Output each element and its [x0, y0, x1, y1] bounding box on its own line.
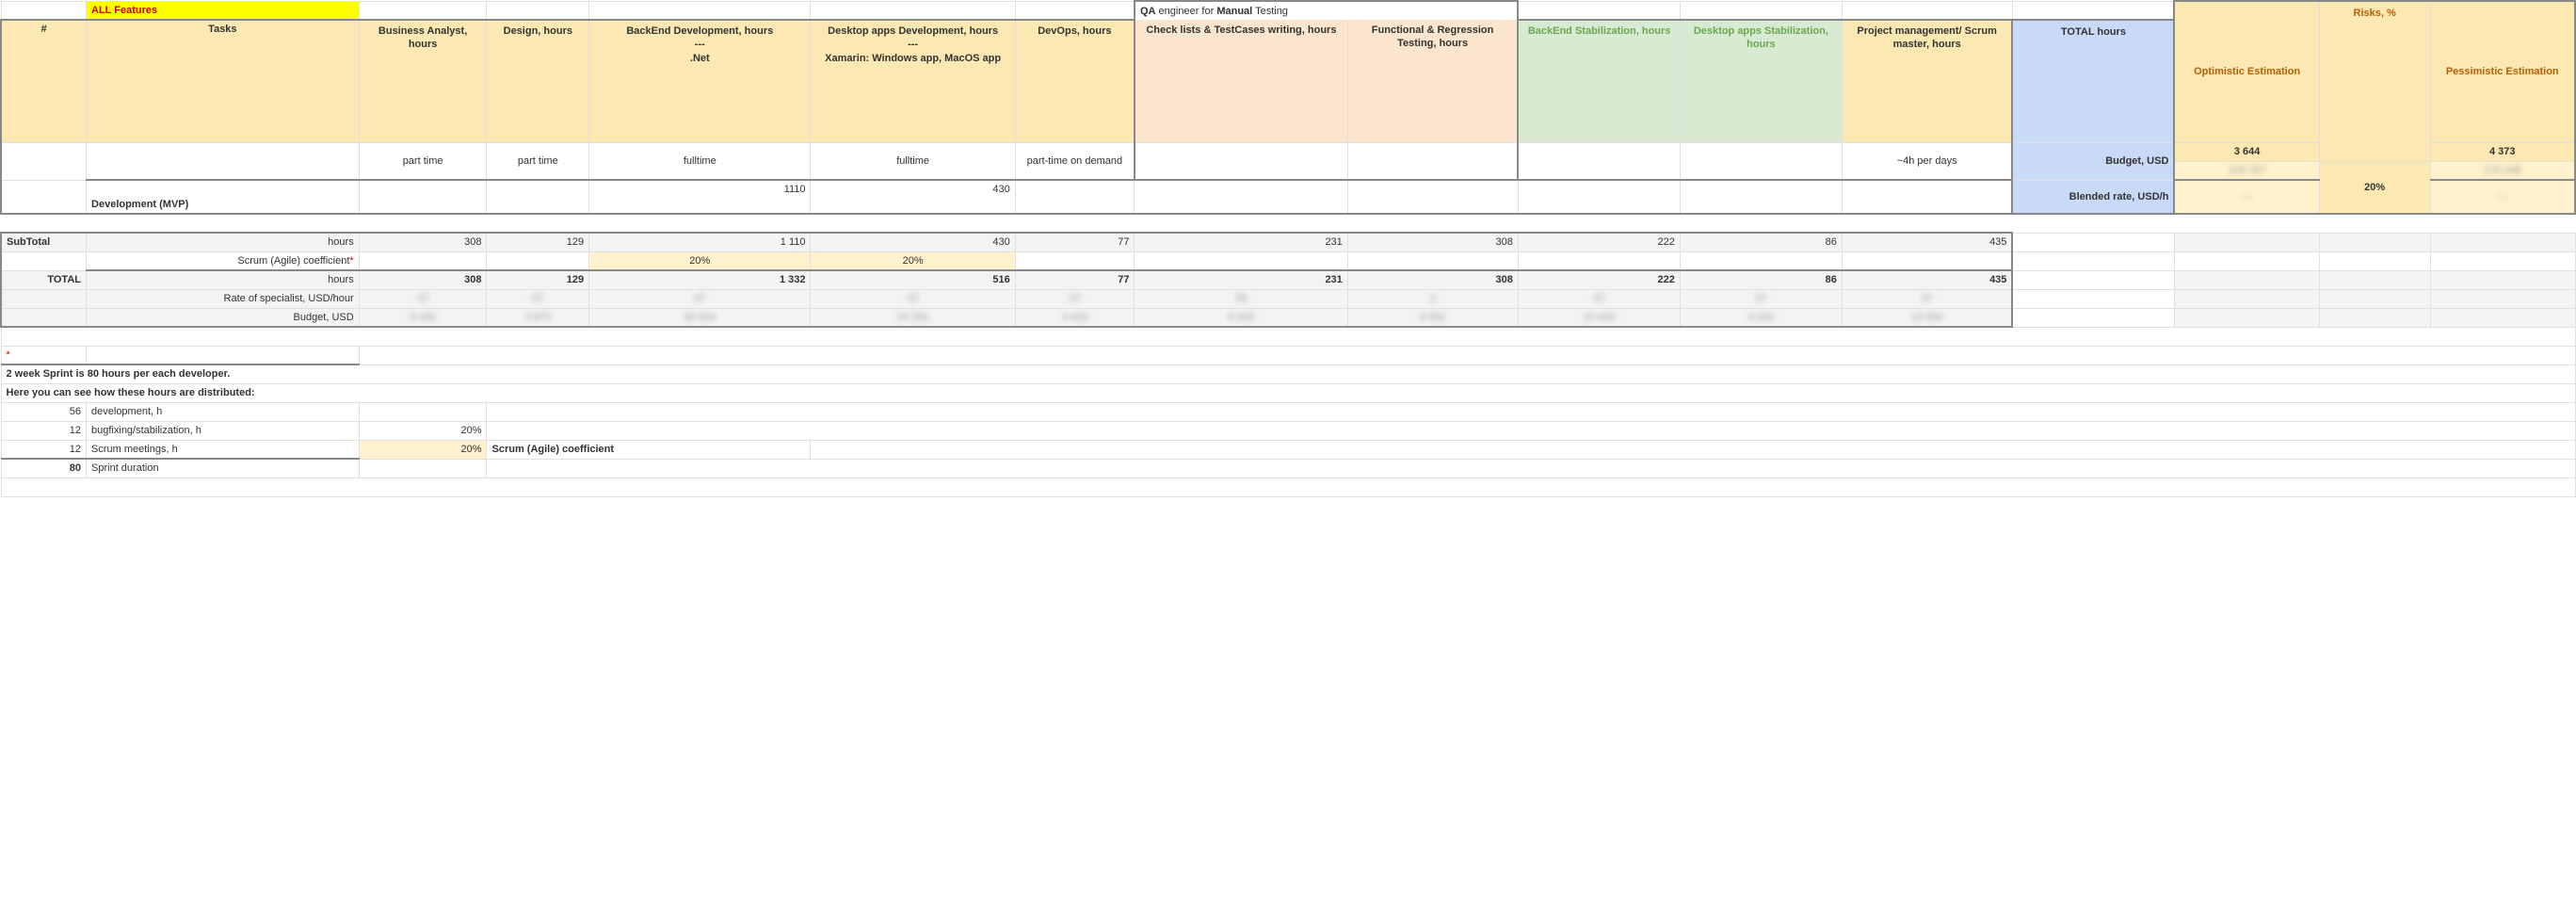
note-dev-row: 56 development, h [1, 402, 2575, 421]
col-design-header: Design, hours [487, 20, 589, 142]
subtotal-bstab: 222 [1518, 233, 1680, 251]
budget-specialist-row: Budget, USD 9 2403 870 62 60424 252 3 61… [1, 308, 2575, 327]
col-bstab-header: BackEnd Stabilization, hours [1518, 20, 1680, 142]
total-pm: 435 [1842, 270, 2012, 289]
blended-rate-label: Blended rate, USD/h [2012, 180, 2174, 214]
mode-design: part time [487, 142, 589, 180]
subtotal-unit: hours [87, 233, 360, 251]
scrum-backend-pct: 20% [589, 251, 811, 270]
total-bstab: 222 [1518, 270, 1680, 289]
total-row: TOTAL hours 308 129 1 332 516 77 231 308… [1, 270, 2575, 289]
note-line1: 2 week Sprint is 80 hours per each devel… [1, 365, 2575, 383]
col-desktop-header: Desktop apps Development, hours --- Xama… [811, 20, 1015, 142]
subtotal-row: SubTotal hours 308 129 1 110 430 77 231 … [1, 233, 2575, 251]
mode-ba: part time [359, 142, 487, 180]
scrum-desktop-pct: 20% [811, 251, 1015, 270]
risks-header: Risks, % [2319, 1, 2430, 161]
total-func: 308 [1347, 270, 1518, 289]
pess-budget-blurred: 170 248 [2484, 165, 2521, 176]
budget-usd-label: Budget, USD [2012, 142, 2174, 180]
estimation-spreadsheet: ALL Features QA engineer for Manual Test… [0, 0, 2576, 497]
subtotal-func: 308 [1347, 233, 1518, 251]
development-mvp-row: Development (MVP) 1110 430 Blended rate,… [1, 180, 2575, 214]
col-backend-header: BackEnd Development, hours --- .Net [589, 20, 811, 142]
total-unit: hours [87, 270, 360, 289]
mode-pm: ~4h per days [1842, 142, 2012, 180]
opt-sum-value: 3 644 [2174, 142, 2319, 161]
scrum-coef-row: Scrum (Agile) coefficient* 20% 20% [1, 251, 2575, 270]
subtotal-check: 231 [1135, 233, 1347, 251]
col-func-header: Functional & Regression Testing, hours [1347, 20, 1518, 142]
col-dstab-header: Desktop apps Stabilization, hours [1680, 20, 1842, 142]
subtotal-desktop: 430 [811, 233, 1015, 251]
rate-specialist-row: Rate of specialist, USD/hour 474747 4747… [1, 289, 2575, 308]
total-check: 231 [1135, 270, 1347, 289]
note-scrum-row: 12 Scrum meetings, h 20% Scrum (Agile) c… [1, 440, 2575, 459]
opt-est-header: Optimistic Estimation [2174, 1, 2319, 142]
asterisk-row: * [1, 346, 2575, 365]
summary-values-row: part time part time fulltime fulltime pa… [1, 142, 2575, 161]
rate-pess-blur: — [2497, 191, 2507, 203]
note-bugfix-row: 12 bugfixing/stabilization, h 20% [1, 421, 2575, 440]
rate-label: Rate of specialist, USD/hour [87, 289, 360, 308]
mode-desktop: fulltime [811, 142, 1015, 180]
total-label: TOTAL [1, 270, 87, 289]
col-num-header: # [1, 20, 87, 142]
subtotal-design: 129 [487, 233, 589, 251]
subtotal-ba: 308 [359, 233, 487, 251]
subtotal-dstab: 86 [1680, 233, 1842, 251]
dev-mvp-label: Development (MVP) [87, 180, 360, 214]
col-ba-header: Business Analyst, hours [359, 20, 487, 142]
total-devops: 77 [1015, 270, 1135, 289]
qa-engineer-cell: QA engineer for Manual Testing [1135, 1, 1518, 20]
all-features-cell: ALL Features [87, 1, 360, 20]
note-line2: Here you can see how these hours are dis… [1, 383, 2575, 402]
total-desktop: 516 [811, 270, 1015, 289]
budget-label: Budget, USD [87, 308, 360, 327]
note-duration-row: 80 Sprint duration [1, 459, 2575, 478]
rate-opt-blur: — [2242, 191, 2252, 203]
total-design: 129 [487, 270, 589, 289]
col-check-header: Check lists & TestCases writing, hours [1135, 20, 1347, 142]
dev-desktop-val: 430 [811, 180, 1015, 214]
opt-budget-blurred: 109 767 [2229, 165, 2266, 176]
subtotal-devops: 77 [1015, 233, 1135, 251]
risk-value: 20% [2319, 161, 2430, 214]
mode-devops: part-time on demand [1015, 142, 1135, 180]
col-pm-header: Project management/ Scrum master, hours [1842, 20, 2012, 142]
top-header-row: ALL Features QA engineer for Manual Test… [1, 1, 2575, 20]
pess-sum-value: 4 373 [2430, 142, 2575, 161]
subtotal-backend: 1 110 [589, 233, 811, 251]
total-backend: 1 332 [589, 270, 811, 289]
total-ba: 308 [359, 270, 487, 289]
pess-est-header: Pessimistic Estimation [2430, 1, 2575, 142]
mode-backend: fulltime [589, 142, 811, 180]
subtotal-label: SubTotal [1, 233, 87, 251]
scrum-coef-label: Scrum (Agile) coefficient* [87, 251, 360, 270]
col-tasks-header: Tasks [87, 20, 360, 142]
col-devops-header: DevOps, hours [1015, 20, 1135, 142]
col-total-header: TOTAL hours [2012, 20, 2174, 142]
subtotal-pm: 435 [1842, 233, 2012, 251]
total-dstab: 86 [1680, 270, 1842, 289]
dev-backend-val: 1110 [589, 180, 811, 214]
